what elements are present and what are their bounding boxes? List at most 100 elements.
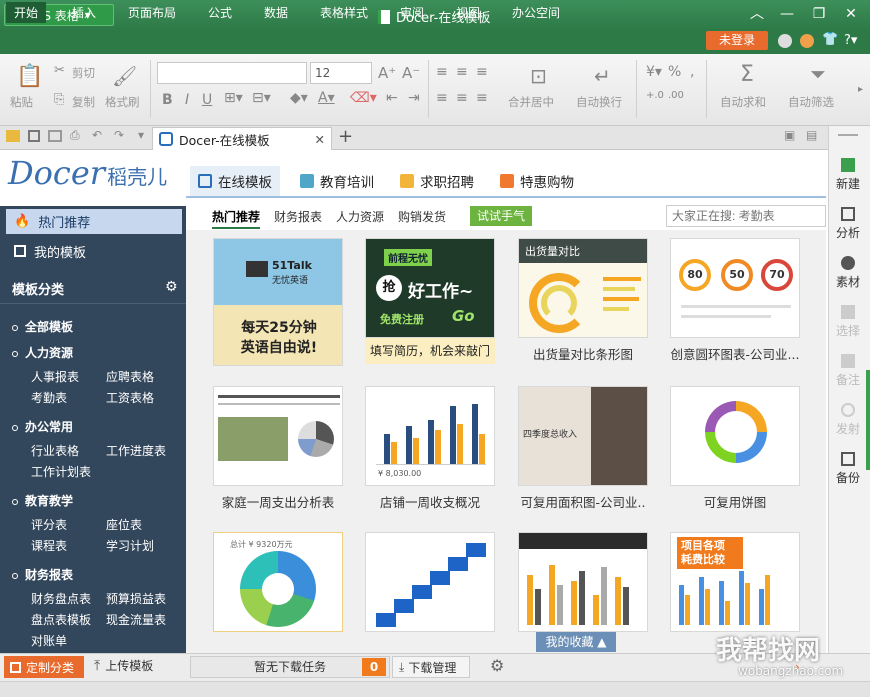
sidebar-item-hot[interactable]: 🔥 热门推荐 (6, 209, 182, 234)
menu-view[interactable]: 视图 (456, 4, 480, 21)
sub-progress[interactable]: 工作进度表 (106, 442, 166, 459)
cut-button[interactable]: 剪切 (72, 65, 95, 81)
new-tab-button[interactable]: + (338, 126, 353, 147)
category-hr[interactable]: 人力资源 (12, 344, 73, 361)
subtab-finance[interactable]: 财务报表 (274, 208, 322, 225)
card-caption[interactable]: 可复用面积图-公司业.. (508, 492, 658, 511)
clear-format-icon[interactable]: ⌫▾ (350, 90, 377, 106)
font-size-select[interactable]: 12 (310, 62, 372, 84)
card-caption[interactable]: 可复用饼图 (660, 492, 810, 511)
sub-seating[interactable]: 座位表 (106, 516, 142, 533)
print-icon[interactable] (48, 130, 62, 142)
template-card[interactable]: 总计 ¥ 9320万元 (213, 532, 343, 632)
paste-button[interactable]: 粘贴 (10, 94, 33, 110)
upload-template-button[interactable]: ⤒ 上传模板 (94, 657, 153, 674)
menu-office-space[interactable]: 办公空间 (512, 4, 560, 21)
tab-settings-icon[interactable]: ▤ (806, 128, 817, 142)
nav-online-templates[interactable]: 在线模板 (190, 166, 280, 196)
format-painter-icon[interactable]: 🖌 (112, 64, 137, 88)
tab-docer[interactable]: Docer-在线模板 ✕ (152, 127, 332, 150)
increase-indent-icon[interactable]: ⇥ (408, 90, 420, 106)
align-left-icon[interactable]: ≡ (436, 90, 448, 106)
font-color-icon[interactable]: A▾ (318, 90, 335, 106)
italic-button[interactable]: I (185, 92, 189, 108)
subtab-hot[interactable]: 热门推荐 (212, 208, 261, 229)
favorites-toggle[interactable]: 我的收藏 ▲ (536, 632, 616, 652)
wrap-text-button[interactable]: 自动换行 (576, 94, 622, 110)
template-card[interactable] (518, 532, 648, 632)
print-preview-icon[interactable]: ⎙ (70, 128, 80, 143)
category-office[interactable]: 办公常用 (12, 418, 73, 435)
minimize-button[interactable]: — (776, 4, 798, 24)
sub-inventory-template[interactable]: 盘点表模板 (31, 611, 91, 628)
decrease-decimal-icon[interactable]: .00 (668, 90, 684, 101)
increase-decimal-icon[interactable]: +.0 (646, 90, 664, 101)
tab-list-icon[interactable]: ▣ (784, 128, 795, 142)
underline-button[interactable]: U (202, 92, 212, 108)
sub-budget[interactable]: 预算损益表 (106, 590, 166, 607)
template-card[interactable]: 四季度总收入 (518, 386, 648, 486)
open-folder-icon[interactable] (6, 130, 20, 142)
menu-page-layout[interactable]: 页面布局 (128, 4, 176, 21)
card-caption[interactable]: 填写简历，机会来敲门 (365, 338, 495, 364)
autosum-button[interactable]: 自动求和 (720, 94, 766, 110)
sidebar-item-my-templates[interactable]: 我的模板 (6, 239, 86, 263)
template-card[interactable]: ¥ 8,030.00 (365, 386, 495, 486)
gear-icon[interactable]: ⚙ (165, 279, 178, 295)
panel-backup[interactable]: 备份 (830, 452, 866, 486)
align-right-icon[interactable]: ≡ (476, 90, 488, 106)
quick-access-dropdown-icon[interactable]: ▾ (138, 128, 144, 142)
sub-statement[interactable]: 对账单 (31, 632, 67, 649)
save-icon[interactable] (28, 130, 40, 142)
sub-attendance[interactable]: 考勤表 (31, 389, 67, 406)
panel-analyze[interactable]: 分析 (830, 207, 866, 241)
nav-education[interactable]: 教育培训 (292, 166, 382, 196)
align-bottom-icon[interactable]: ≡ (476, 64, 488, 80)
template-card[interactable]: 51Talk 无忧英语 每天25分钟 英语自由说! (213, 238, 343, 366)
comma-button[interactable]: , (690, 64, 694, 80)
menu-table-style[interactable]: 表格样式 (320, 4, 368, 21)
card-caption[interactable]: 出货量对比条形图 (508, 344, 658, 363)
sub-payroll[interactable]: 工资表格 (106, 389, 154, 406)
category-education[interactable]: 教育教学 (12, 492, 73, 509)
category-finance[interactable]: 财务报表 (12, 566, 73, 583)
panel-select[interactable]: 选择 (830, 305, 866, 339)
subtab-sales[interactable]: 购销发货 (398, 208, 446, 225)
sub-cashflow[interactable]: 现金流量表 (106, 611, 166, 628)
template-card[interactable]: 项目各项 耗费比较 (670, 532, 800, 632)
template-card[interactable] (213, 386, 343, 486)
search-input[interactable] (666, 205, 826, 227)
subtab-hr[interactable]: 人力资源 (336, 208, 384, 225)
menu-review[interactable]: 审阅 (400, 4, 424, 21)
card-caption[interactable]: 创意圆环图表-公司业... (660, 344, 810, 363)
ribbon-scroll-right-icon[interactable]: ▸ (858, 84, 863, 95)
font-name-select[interactable] (157, 62, 307, 84)
sub-application-forms[interactable]: 应聘表格 (106, 368, 154, 385)
sub-industry[interactable]: 行业表格 (31, 442, 79, 459)
align-center-icon[interactable]: ≡ (456, 90, 468, 106)
template-card[interactable] (670, 386, 800, 486)
format-painter-button[interactable]: 格式刷 (105, 94, 140, 110)
close-button[interactable]: ✕ (840, 4, 862, 24)
login-button[interactable]: 未登录 (706, 31, 768, 50)
sub-hr-reports[interactable]: 人事报表 (31, 368, 79, 385)
download-manager-button[interactable]: ⤓ 下载管理 (392, 656, 470, 678)
custom-category-button[interactable]: 定制分类 (4, 656, 84, 678)
menu-insert[interactable]: 插入 (72, 4, 96, 21)
ribbon-collapse-button[interactable]: ︿ (746, 4, 768, 24)
decrease-indent-icon[interactable]: ⇤ (386, 90, 398, 106)
restore-button[interactable]: ❐ (808, 4, 830, 24)
copy-button[interactable]: 复制 (72, 94, 95, 110)
panel-send[interactable]: 发射 (830, 403, 866, 437)
cell-style-icon[interactable]: ⊟▾ (252, 90, 271, 106)
sub-study-plan[interactable]: 学习计划 (106, 537, 154, 554)
sub-timetable[interactable]: 课程表 (31, 537, 67, 554)
menu-data[interactable]: 数据 (264, 4, 288, 21)
nav-jobs[interactable]: 求职招聘 (392, 166, 482, 196)
template-card[interactable]: 出货量对比 (518, 238, 648, 338)
template-card[interactable] (365, 532, 495, 632)
close-tab-icon[interactable]: ✕ (315, 132, 325, 147)
menu-home[interactable]: 开始 (6, 2, 47, 23)
undo-icon[interactable]: ↶ (92, 128, 102, 142)
template-card[interactable]: 80 50 70 (670, 238, 800, 338)
